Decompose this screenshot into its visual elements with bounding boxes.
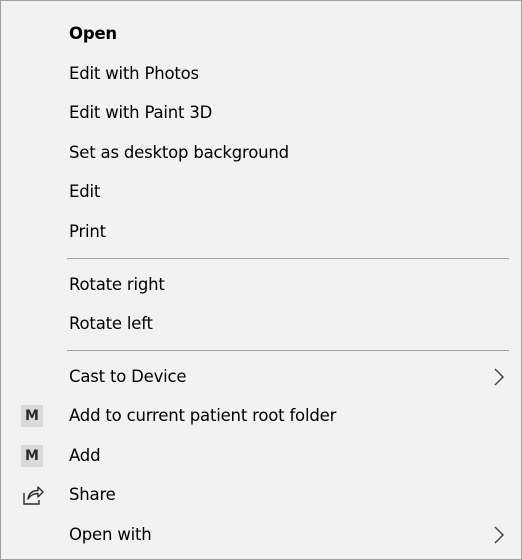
menu-item-rotate-left[interactable]: Rotate left <box>1 304 521 344</box>
m-badge-icon: M <box>21 405 43 427</box>
menu-item-set-as-desktop-background[interactable]: Set as desktop background <box>1 133 521 173</box>
menu-item-label: Rotate right <box>69 275 165 294</box>
menu-item-rotate-right[interactable]: Rotate right <box>1 265 521 305</box>
menu-item-label: Rotate left <box>69 314 153 333</box>
menu-separator <box>67 258 509 259</box>
m-badge-icon: M <box>21 445 43 467</box>
menu-item-edit-with-photos[interactable]: Edit with Photos <box>1 54 521 94</box>
chevron-right-icon <box>494 368 504 386</box>
menu-item-edit-with-paint-3d[interactable]: Edit with Paint 3D <box>1 93 521 133</box>
menu-item-share[interactable]: Share <box>1 475 521 515</box>
menu-item-label: Open with <box>69 525 152 544</box>
menu-item-cast-to-device[interactable]: Cast to Device <box>1 357 521 397</box>
menu-item-label: Print <box>69 222 106 241</box>
menu-item-add[interactable]: M Add <box>1 436 521 476</box>
menu-item-label: Open <box>69 24 117 43</box>
menu-item-open[interactable]: Open <box>1 14 521 54</box>
share-icon <box>23 486 44 505</box>
menu-item-edit[interactable]: Edit <box>1 172 521 212</box>
menu-item-label: Cast to Device <box>69 367 187 386</box>
menu-item-label: Add to current patient root folder <box>69 406 337 425</box>
menu-item-open-with[interactable]: Open with <box>1 515 521 555</box>
menu-item-add-to-current-patient-root-folder[interactable]: M Add to current patient root folder <box>1 396 521 436</box>
menu-item-label: Edit <box>69 182 101 201</box>
menu-item-label: Edit with Photos <box>69 64 199 83</box>
menu-item-print[interactable]: Print <box>1 212 521 252</box>
menu-item-label: Set as desktop background <box>69 143 289 162</box>
menu-separator <box>67 350 509 351</box>
menu-item-label: Edit with Paint 3D <box>69 103 213 122</box>
chevron-right-icon <box>494 526 504 544</box>
context-menu: Open Edit with Photos Edit with Paint 3D… <box>0 0 522 560</box>
menu-item-label: Add <box>69 446 101 465</box>
menu-item-label: Share <box>69 485 116 504</box>
